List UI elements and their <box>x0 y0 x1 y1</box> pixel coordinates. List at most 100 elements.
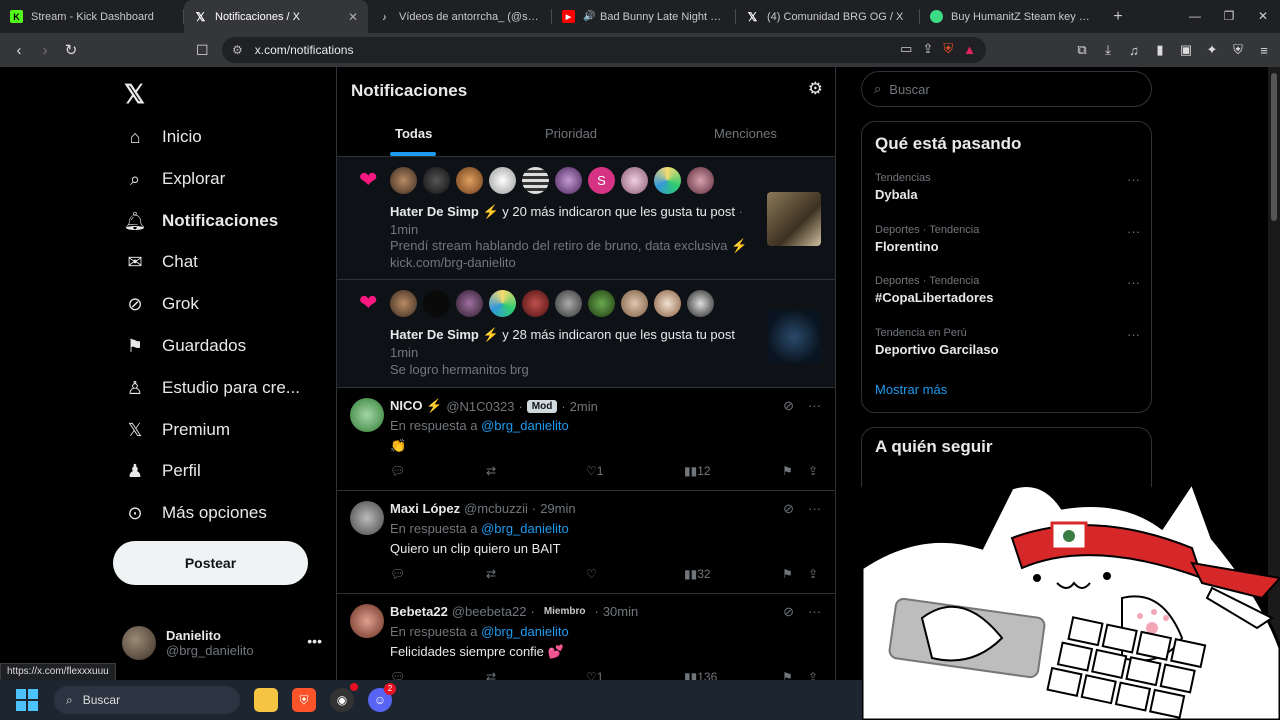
avatar[interactable] <box>350 604 384 638</box>
avatar[interactable] <box>522 167 549 194</box>
avatar[interactable] <box>489 290 516 317</box>
minimize-icon[interactable]: — <box>1178 0 1212 33</box>
bookmark-icon[interactable]: ⚑ <box>782 464 793 478</box>
share-icon[interactable]: ⇪ <box>922 41 933 57</box>
share-icon[interactable]: ⇪ <box>808 464 818 478</box>
like-notification[interactable]: ❤ S Hater De Simp ⚡ y 20 más indicaron q… <box>337 157 835 280</box>
download-icon[interactable]: ⤓ <box>1100 42 1116 58</box>
avatar[interactable] <box>621 290 648 317</box>
music-icon[interactable]: ♫ <box>1126 43 1142 58</box>
reply-item[interactable]: Maxi López @mcbuzzii · 29min ⊘ ··· En re… <box>337 491 835 594</box>
like-icon[interactable]: ♡ <box>586 567 597 581</box>
brave-browser-icon[interactable]: ⛨ <box>292 688 316 712</box>
back-arrow-icon[interactable]: ‹ <box>6 42 32 59</box>
restore-icon[interactable]: ❐ <box>1212 0 1246 33</box>
avatar[interactable] <box>350 398 384 432</box>
nav-guardados[interactable]: ⚑ Guardados <box>122 328 246 364</box>
nav-grok[interactable]: ⊘ Grok <box>122 286 198 322</box>
like-notification[interactable]: ❤ Hater De Simp ⚡ y 28 más indicaron que… <box>337 280 835 388</box>
screenshot-icon[interactable]: ⧉ <box>1074 42 1090 58</box>
tab-notificaciones-x[interactable]: 𝕏 Notificaciones / X ✕ <box>184 0 368 33</box>
site-settings-icon[interactable]: ⚙ <box>232 43 243 57</box>
nav-chat[interactable]: ✉ Chat <box>122 244 197 280</box>
avatar[interactable] <box>390 167 417 194</box>
more-icon[interactable]: ··· <box>1127 327 1140 342</box>
leo-ai-icon[interactable]: ✦ <box>1204 42 1220 58</box>
search-input[interactable]: ⌕ Buscar <box>861 71 1152 107</box>
more-icon[interactable]: ··· <box>1127 224 1140 239</box>
vpn-icon[interactable]: ⛨ <box>1230 42 1246 58</box>
reply-icon[interactable]: 💬︎ <box>390 464 405 478</box>
trend-item[interactable]: Deportes · Tendencia #CopaLibertadores ·… <box>875 275 1140 305</box>
nav-premium[interactable]: 𝕏 Premium <box>122 412 230 448</box>
views-icon[interactable]: ▮▮ 32 <box>684 567 711 581</box>
reply-icon[interactable]: 💬︎ <box>390 670 405 680</box>
tab-todas[interactable]: Todas <box>395 126 432 141</box>
post-thumbnail[interactable] <box>767 310 821 364</box>
avatar[interactable] <box>522 290 549 317</box>
grok-icon[interactable]: ⊘ <box>783 501 794 517</box>
tab-comunidad-brg[interactable]: 𝕏 (4) Comunidad BRG OG / X <box>736 0 920 33</box>
nav-notificaciones[interactable]: 🔔︎ Notificaciones <box>122 203 279 239</box>
avatar[interactable] <box>423 290 450 317</box>
nav-perfil[interactable]: ♟ Perfil <box>122 453 201 489</box>
nav-inicio[interactable]: ⌂ Inicio <box>122 119 202 155</box>
sidebar-icon[interactable]: ▮ <box>1152 42 1168 58</box>
account-switcher[interactable]: Danielito @brg_danielito ••• <box>122 623 332 663</box>
share-icon[interactable]: ⇪ <box>808 567 818 581</box>
tab-menciones[interactable]: Menciones <box>714 126 777 141</box>
avatar[interactable] <box>489 167 516 194</box>
post-button[interactable]: Postear <box>113 541 308 585</box>
avatar[interactable] <box>555 290 582 317</box>
discord-icon[interactable]: ☺ 2 <box>368 683 396 712</box>
more-icon[interactable]: ••• <box>307 633 322 649</box>
like-icon[interactable]: ♡ 1 <box>586 464 603 478</box>
avatar[interactable] <box>350 501 384 535</box>
trend-item[interactable]: Tendencia en Perú Deportivo Garcilaso ··… <box>875 327 1140 357</box>
views-icon[interactable]: ▮▮ 136 <box>684 670 717 680</box>
avatar[interactable]: S <box>588 167 615 194</box>
avatar[interactable] <box>456 167 483 194</box>
new-tab-button[interactable]: + <box>1104 8 1132 26</box>
avatar[interactable] <box>687 167 714 194</box>
avatar[interactable] <box>390 290 417 317</box>
tab-tiktok-videos[interactable]: ♪ Vídeos de antorrcha_ (@seguidores) <box>368 0 552 33</box>
share-icon[interactable]: ⇪ <box>808 670 818 680</box>
avatar[interactable] <box>588 290 615 317</box>
like-icon[interactable]: ♡ 1 <box>586 670 603 680</box>
bookmark-icon[interactable]: ⚑ <box>782 567 793 581</box>
trend-item[interactable]: Tendencias Dybala ··· <box>875 172 1140 202</box>
more-icon[interactable]: ··· <box>1127 275 1140 290</box>
close-window-icon[interactable]: ✕ <box>1246 0 1280 33</box>
obs-icon[interactable]: ◉ <box>330 683 358 712</box>
grok-icon[interactable]: ⊘ <box>783 398 794 414</box>
cast-icon[interactable]: ▭ <box>900 41 912 57</box>
reload-icon[interactable]: ↻ <box>58 41 84 59</box>
reply-item[interactable]: NICO ⚡ @N1C0323 · Mod · 2min ⊘ ··· En re… <box>337 388 835 491</box>
avatar[interactable] <box>687 290 714 317</box>
more-icon[interactable]: ··· <box>1127 172 1140 187</box>
avatar[interactable] <box>456 290 483 317</box>
repost-icon[interactable]: ⇄ <box>486 670 496 680</box>
grok-icon[interactable]: ⊘ <box>783 604 794 620</box>
tab-kick-dashboard[interactable]: K Stream - Kick Dashboard <box>0 0 184 33</box>
avatar[interactable] <box>423 167 450 194</box>
show-more-link[interactable]: Mostrar más <box>875 382 947 397</box>
nav-explorar[interactable]: ⌕ Explorar <box>122 161 225 197</box>
wallet-icon[interactable]: ▣ <box>1178 42 1194 58</box>
tab-youtube-bad-bunny[interactable]: ▶ 🔊 Bad Bunny Late Night Drive <box>552 0 736 33</box>
bookmark-icon[interactable]: ⚑ <box>782 670 793 680</box>
settings-gear-icon[interactable]: ⚙ <box>808 79 823 99</box>
trend-item[interactable]: Deportes · Tendencia Florentino ··· <box>875 224 1140 254</box>
avatar[interactable] <box>654 290 681 317</box>
tab-prioridad[interactable]: Prioridad <box>545 126 597 141</box>
x-logo-icon[interactable]: 𝕏 <box>124 79 145 110</box>
brave-rewards-icon[interactable]: ▲ <box>963 42 976 57</box>
nav-mas-opciones[interactable]: ⊙ Más opciones <box>122 495 266 531</box>
tab-humanitz-store[interactable]: Buy HumanitZ Steam key PC! Ch <box>920 0 1104 33</box>
windows-start-icon[interactable] <box>16 689 38 711</box>
avatar[interactable] <box>555 167 582 194</box>
more-icon[interactable]: ··· <box>808 501 821 517</box>
brave-shield-icon[interactable]: ⛨ <box>943 41 953 57</box>
reply-item[interactable]: Bebeta22 @beebeta22 · Miembro · 30min ⊘ … <box>337 594 835 680</box>
